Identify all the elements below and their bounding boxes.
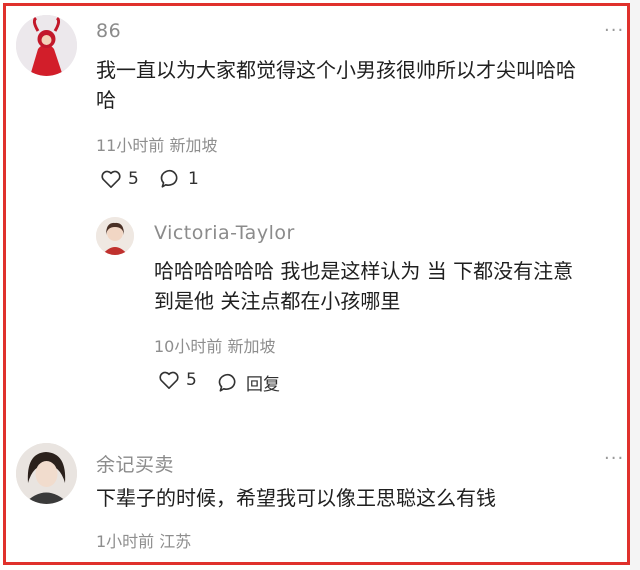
- reply-meta: 10小时前 新加坡: [154, 333, 275, 357]
- comment-author[interactable]: 余记买卖: [96, 450, 174, 477]
- heart-icon: [159, 371, 179, 389]
- avatar[interactable]: [16, 15, 77, 76]
- comment-meta: 11小时前 新加坡: [96, 132, 217, 156]
- reply-text: 哈哈哈哈哈哈 我也是这样认为 当 下都没有注意: [154, 259, 574, 283]
- like-button[interactable]: 5: [100, 169, 139, 189]
- comment-bubble-icon: [160, 169, 178, 188]
- comment-text-continued: 哈: [96, 88, 116, 112]
- like-count: 5: [186, 370, 197, 390]
- like-button[interactable]: 5: [158, 370, 197, 390]
- reply-text-continued: 到是他 关注点都在小孩哪里: [154, 289, 401, 313]
- comment-location: 江苏: [159, 532, 192, 551]
- avatar[interactable]: [96, 217, 134, 255]
- reply-count: 1: [188, 169, 199, 189]
- reply-button[interactable]: 1: [160, 169, 199, 189]
- more-options-icon[interactable]: ···: [604, 20, 624, 41]
- heart-icon: [101, 170, 121, 188]
- comment-text: 我一直以为大家都觉得这个小男孩很帅所以才尖叫哈哈: [96, 58, 576, 82]
- scroll-edge: [630, 0, 640, 570]
- comment-location: 新加坡: [169, 136, 218, 155]
- reply-button[interactable]: 回复: [218, 370, 280, 395]
- comment-time: 1小时前: [96, 532, 155, 551]
- reply-label: 回复: [246, 375, 280, 395]
- more-options-icon[interactable]: ···: [604, 448, 624, 469]
- comment-time: 11小时前: [96, 136, 165, 155]
- comment-meta: 1小时前 江苏: [96, 528, 191, 552]
- like-count: 5: [128, 169, 139, 189]
- reply-location: 新加坡: [227, 337, 276, 356]
- reply-time: 10小时前: [154, 337, 223, 356]
- comment-text: 下辈子的时候，希望我可以像王思聪这么有钱: [96, 486, 496, 510]
- avatar[interactable]: [16, 443, 77, 504]
- comment-bubble-icon: [218, 373, 236, 392]
- reply-author[interactable]: Victoria-Taylor: [154, 222, 295, 244]
- comment-author[interactable]: 86: [96, 20, 121, 42]
